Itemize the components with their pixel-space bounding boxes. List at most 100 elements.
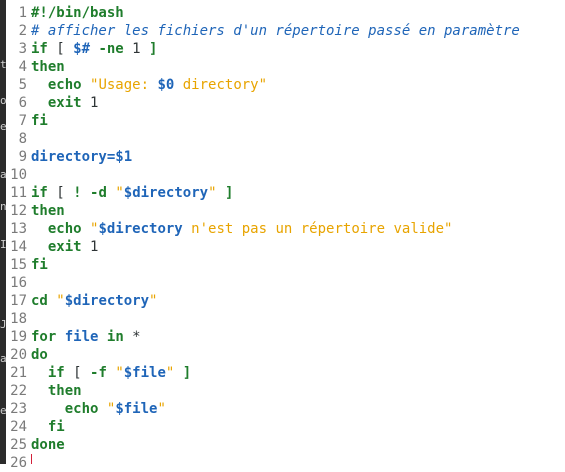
line-number: 15 <box>10 257 27 273</box>
code-text[interactable]: done <box>31 436 65 454</box>
line-number: 19 <box>10 329 27 345</box>
code-line[interactable]: 8 <box>6 130 565 148</box>
code-line[interactable]: 14 exit 1 <box>6 238 565 256</box>
code-token: #!/bin/bash <box>31 5 124 21</box>
code-text[interactable]: exit 1 <box>31 94 99 112</box>
code-text[interactable]: then <box>31 202 65 220</box>
code-line[interactable]: 9 directory=$1 <box>6 148 565 166</box>
line-number: 10 <box>10 167 27 183</box>
code-token: " <box>149 293 158 309</box>
code-token: -f <box>90 365 107 381</box>
line-number: 24 <box>10 419 27 435</box>
code-token: echo <box>47 221 82 237</box>
code-text[interactable]: echo "$directory n'est pas un répertoire… <box>31 220 453 238</box>
code-token: exit <box>47 95 82 111</box>
code-token: ! <box>73 185 82 201</box>
code-text[interactable]: do <box>31 346 48 364</box>
code-token: " <box>115 185 124 201</box>
code-text[interactable]: directory=$1 <box>31 148 132 166</box>
code-token: " <box>56 293 65 309</box>
code-token: in <box>106 329 124 345</box>
line-number: 18 <box>10 311 27 327</box>
code-text[interactable]: then <box>31 382 82 400</box>
line-number: 25 <box>10 437 27 453</box>
code-line[interactable]: 1 #!/bin/bash <box>6 4 565 22</box>
line-number: 3 <box>18 41 27 57</box>
code-token: if <box>31 41 48 57</box>
code-token: cd <box>31 293 48 309</box>
code-line[interactable]: 20 do <box>6 346 565 364</box>
code-text[interactable]: echo "$file" <box>31 400 166 418</box>
code-token: -d <box>90 185 107 201</box>
code-token: directory" <box>174 77 268 93</box>
line-number: 9 <box>18 149 27 165</box>
code-line[interactable]: 5 echo "Usage: $0 directory" <box>6 76 565 94</box>
code-line[interactable]: 10 <box>6 166 565 184</box>
code-text[interactable]: for file in * <box>31 328 141 346</box>
code-line[interactable]: 18 <box>6 310 565 328</box>
code-token: $directory <box>64 293 150 309</box>
code-token: [ <box>64 365 91 381</box>
code-line[interactable]: 4 then <box>6 58 565 76</box>
code-editor[interactable]: 1 #!/bin/bash 2 # afficher les fichiers d'u… <box>6 0 565 471</box>
line-number: 2 <box>18 23 27 39</box>
line-number: 13 <box>10 221 27 237</box>
code-line[interactable]: 3 if [ $# -ne 1 ] <box>6 40 565 58</box>
code-token: $1 <box>115 149 133 165</box>
code-token: # afficher les fichiers d'un répertoire … <box>31 23 520 39</box>
code-token: fi <box>31 257 48 273</box>
code-text[interactable]: then <box>31 58 65 76</box>
code-line[interactable]: 16 <box>6 274 565 292</box>
line-number: 26 <box>10 455 27 471</box>
code-token: exit <box>47 239 82 255</box>
code-token: $file <box>123 365 166 381</box>
code-token: -ne <box>98 41 124 57</box>
code-line[interactable]: 24 fi <box>6 418 565 436</box>
code-line[interactable]: 23 echo "$file" <box>6 400 565 418</box>
code-token: ] <box>224 185 234 201</box>
code-line[interactable]: 22 then <box>6 382 565 400</box>
code-token: echo <box>64 401 99 417</box>
line-number: 20 <box>10 347 27 363</box>
code-token: " <box>157 401 166 417</box>
code-text[interactable]: if [ $# -ne 1 ] <box>31 40 157 58</box>
line-number: 11 <box>10 185 27 201</box>
code-token: $directory <box>98 221 183 237</box>
code-text[interactable]: cd "$directory" <box>31 292 157 310</box>
code-line[interactable]: 13 echo "$directory n'est pas un réperto… <box>6 220 565 238</box>
code-text[interactable]: #!/bin/bash <box>31 4 124 22</box>
line-number: 16 <box>10 275 27 291</box>
code-token: directory= <box>31 149 116 165</box>
line-number: 14 <box>10 239 27 255</box>
code-text[interactable]: fi <box>31 112 48 130</box>
code-line[interactable]: 12 then <box>6 202 565 220</box>
code-text[interactable]: if [ ! -d "$directory" ] <box>31 184 233 202</box>
code-token: n'est pas un répertoire valide" <box>182 221 453 237</box>
code-token: " <box>208 185 217 201</box>
code-text[interactable]: # afficher les fichiers d'un répertoire … <box>31 22 520 40</box>
code-line[interactable]: 2 # afficher les fichiers d'un répertoire… <box>6 22 565 40</box>
code-line[interactable]: 25 done <box>6 436 565 454</box>
code-text[interactable]: echo "Usage: $0 directory" <box>31 76 267 94</box>
code-text[interactable]: fi <box>31 418 65 436</box>
code-text[interactable]: fi <box>31 256 48 274</box>
code-line[interactable]: 21 if [ -f "$file" ] <box>6 364 565 382</box>
code-line[interactable]: 19 for file in * <box>6 328 565 346</box>
code-line[interactable]: 6 exit 1 <box>6 94 565 112</box>
code-line[interactable]: 17 cd "$directory" <box>6 292 565 310</box>
code-token: 1 <box>81 95 99 111</box>
code-text[interactable]: if [ -f "$file" ] <box>31 364 191 382</box>
code-line[interactable]: 11 if [ ! -d "$directory" ] <box>6 184 565 202</box>
code-text[interactable]: exit 1 <box>31 238 99 256</box>
code-token: $file <box>115 401 158 417</box>
code-line[interactable]: 15 fi <box>6 256 565 274</box>
code-line[interactable]: 26 <box>6 454 565 472</box>
code-line[interactable]: 7 fi <box>6 112 565 130</box>
code-token: for <box>31 329 57 345</box>
